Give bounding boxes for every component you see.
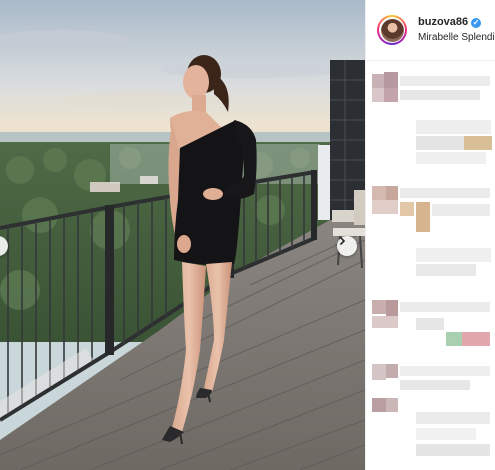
- post-photo[interactable]: [0, 0, 365, 470]
- post-side-panel: buzova86 ✓ Mirabelle Splendid: [365, 0, 495, 470]
- instagram-post: buzova86 ✓ Mirabelle Splendid: [0, 0, 495, 470]
- next-photo-button[interactable]: [337, 236, 357, 256]
- post-header: buzova86 ✓ Mirabelle Splendid: [366, 0, 495, 61]
- avatar[interactable]: [377, 15, 407, 45]
- username-text: buzova86: [418, 16, 469, 28]
- chevron-right-icon: [339, 236, 346, 246]
- photo-scene: [0, 0, 365, 470]
- avatar-image: [380, 18, 404, 42]
- location-link[interactable]: Mirabelle Splendid: [418, 32, 495, 43]
- verified-badge-icon: ✓: [471, 18, 482, 28]
- username-link[interactable]: buzova86 ✓: [418, 16, 482, 28]
